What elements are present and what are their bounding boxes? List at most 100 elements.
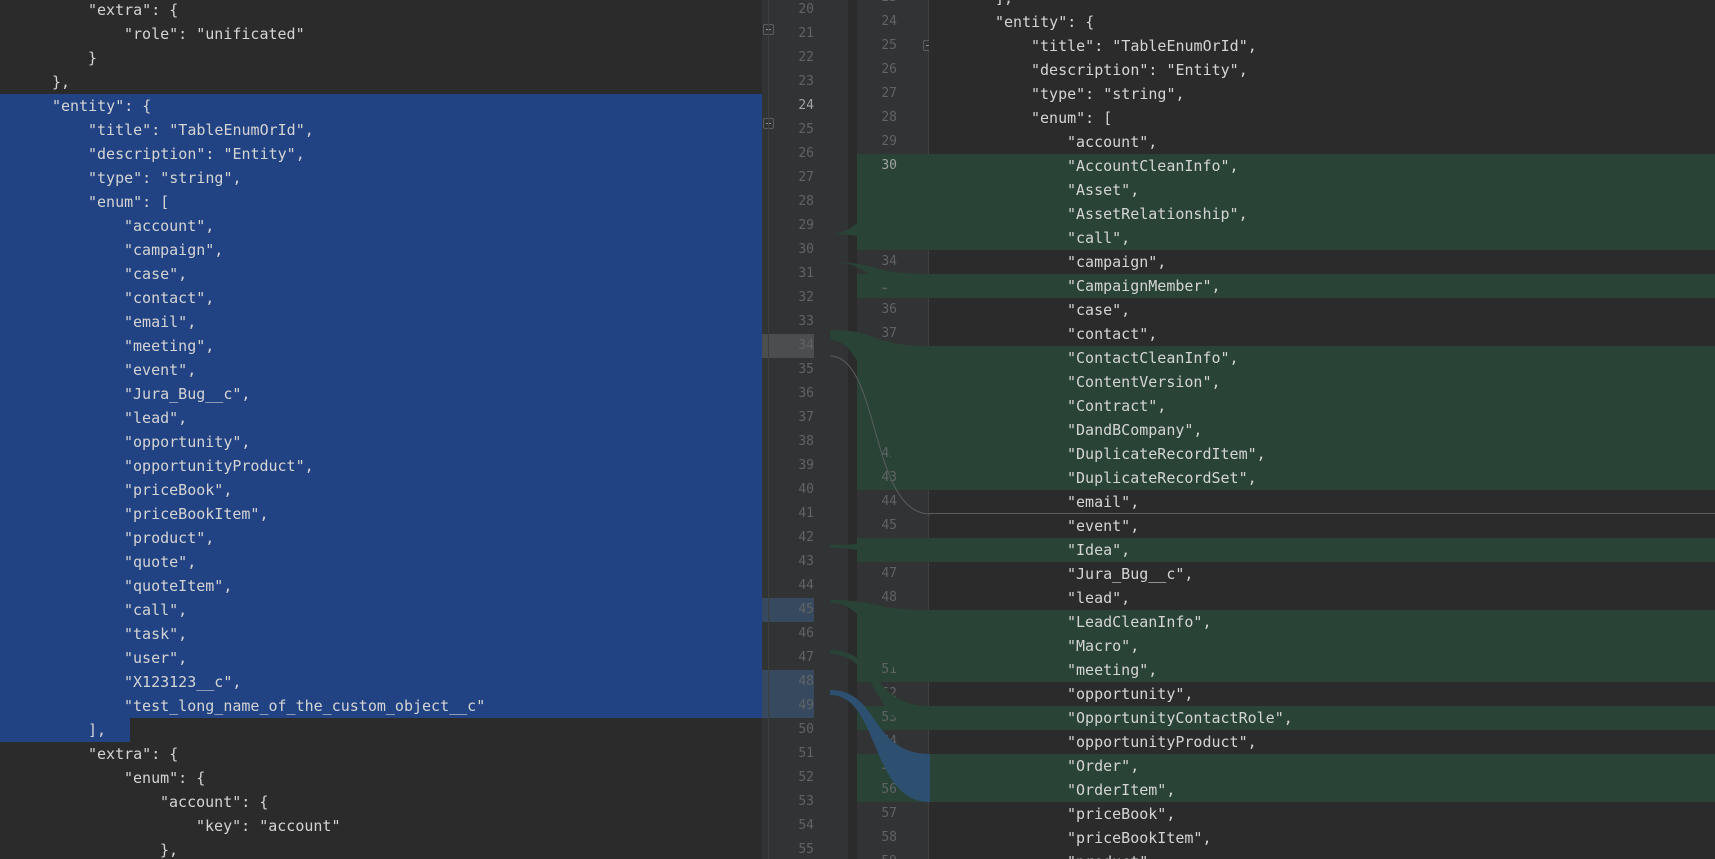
added-code-line[interactable]: "Asset", bbox=[929, 178, 1715, 202]
code-line[interactable]: "campaign", bbox=[929, 250, 1715, 274]
code-line[interactable]: "contact", bbox=[0, 286, 762, 310]
code-line[interactable]: "enum": [ bbox=[929, 106, 1715, 130]
code-line[interactable]: "extra": { bbox=[0, 0, 762, 22]
code-line[interactable]: "priceBook", bbox=[0, 478, 762, 502]
code-line-text: "product", bbox=[1067, 850, 1157, 859]
code-line-text: "ContentVersion", bbox=[1067, 373, 1221, 391]
code-line[interactable]: "quote", bbox=[0, 550, 762, 574]
code-line[interactable]: "account": { bbox=[0, 790, 762, 814]
added-code-line[interactable]: "DandBCompany", bbox=[929, 418, 1715, 442]
code-line[interactable]: "title": "TableEnumOrId", bbox=[0, 118, 762, 142]
added-code-line[interactable]: "DuplicateRecordItem", bbox=[929, 442, 1715, 466]
added-code-line[interactable]: "DuplicateRecordSet", bbox=[929, 466, 1715, 490]
code-line-text: "title": "TableEnumOrId", bbox=[1031, 37, 1257, 55]
added-code-line[interactable]: "call", bbox=[929, 226, 1715, 250]
added-code-line[interactable]: "OpportunityContactRole", bbox=[929, 706, 1715, 730]
added-code-line[interactable]: "ContactCleanInfo", bbox=[929, 346, 1715, 370]
code-line[interactable]: "key": "account" bbox=[0, 814, 762, 838]
code-line[interactable]: "task", bbox=[0, 622, 762, 646]
code-line[interactable]: ], bbox=[929, 0, 1715, 10]
added-code-line[interactable]: "Contract", bbox=[929, 394, 1715, 418]
code-line[interactable]: }, bbox=[0, 838, 762, 859]
code-line-text: "email", bbox=[1067, 493, 1140, 511]
code-line[interactable]: "Jura_Bug__c", bbox=[929, 562, 1715, 586]
code-line-text: "Jura_Bug__c", bbox=[1067, 565, 1194, 583]
diff-connector-svg bbox=[830, 154, 930, 802]
code-line[interactable]: "enum": { bbox=[0, 766, 762, 790]
code-line-text: "DuplicateRecordItem", bbox=[1067, 445, 1266, 463]
line-number: 35 bbox=[798, 362, 814, 377]
code-line[interactable]: "lead", bbox=[0, 406, 762, 430]
code-line[interactable]: "enum": [ bbox=[0, 190, 762, 214]
diff-ribbon bbox=[830, 330, 930, 490]
added-code-line[interactable]: "OrderItem", bbox=[929, 778, 1715, 802]
code-line[interactable]: "priceBook", bbox=[929, 802, 1715, 826]
added-code-line[interactable]: "meeting", bbox=[929, 658, 1715, 682]
code-line[interactable]: "account", bbox=[0, 214, 762, 238]
code-line[interactable]: "case", bbox=[0, 262, 762, 286]
code-line-text: "CampaignMember", bbox=[1067, 277, 1221, 295]
code-line[interactable]: "Jura_Bug__c", bbox=[0, 382, 762, 406]
code-line[interactable]: "priceBookItem", bbox=[0, 502, 762, 526]
code-line[interactable]: "entity": { bbox=[929, 10, 1715, 34]
code-line-text: "priceBook", bbox=[124, 481, 233, 499]
code-line[interactable]: } bbox=[0, 46, 762, 70]
code-line[interactable]: "title": "TableEnumOrId", bbox=[929, 34, 1715, 58]
code-line[interactable]: "account", bbox=[929, 130, 1715, 154]
added-code-line[interactable]: "Macro", bbox=[929, 634, 1715, 658]
code-line-text: "contact", bbox=[1067, 325, 1158, 343]
code-line[interactable]: "opportunity", bbox=[929, 682, 1715, 706]
code-line-text: "description": "Entity", bbox=[1031, 61, 1248, 79]
code-line[interactable]: "contact", bbox=[929, 322, 1715, 346]
code-line[interactable]: "opportunityProduct", bbox=[929, 730, 1715, 754]
line-number: 45 bbox=[762, 598, 814, 622]
line-number: 39 bbox=[798, 458, 814, 473]
code-line[interactable]: "description": "Entity", bbox=[929, 58, 1715, 82]
code-line[interactable]: "meeting", bbox=[0, 334, 762, 358]
added-code-line[interactable]: "Idea", bbox=[929, 538, 1715, 562]
line-number: 46 bbox=[798, 626, 814, 641]
code-line[interactable]: "event", bbox=[0, 358, 762, 382]
left-editor-pane[interactable]: "extra": {"role": "unificated"}}, "entity… bbox=[0, 0, 762, 859]
code-line[interactable]: "type": "string", bbox=[929, 82, 1715, 106]
code-line[interactable]: "entity": { bbox=[0, 94, 762, 118]
code-line-text: "type": "string", bbox=[1031, 85, 1185, 103]
code-line[interactable]: "test_long_name_of_the_custom_object__c" bbox=[0, 694, 762, 718]
code-line-text: "task", bbox=[124, 625, 188, 643]
added-code-line[interactable]: "AccountCleanInfo", bbox=[929, 154, 1715, 178]
code-line[interactable]: "priceBookItem", bbox=[929, 826, 1715, 850]
code-line-text: "extra": { bbox=[88, 1, 179, 19]
code-line[interactable]: "quoteItem", bbox=[0, 574, 762, 598]
code-line-text: "extra": { bbox=[88, 745, 179, 763]
code-line[interactable]: "description": "Entity", bbox=[0, 142, 762, 166]
code-line[interactable]: "call", bbox=[0, 598, 762, 622]
code-line[interactable]: "X123123__c", bbox=[0, 670, 762, 694]
added-code-line[interactable]: "AssetRelationship", bbox=[929, 202, 1715, 226]
added-code-line[interactable]: "ContentVersion", bbox=[929, 370, 1715, 394]
code-line[interactable]: "opportunityProduct", bbox=[0, 454, 762, 478]
added-code-line[interactable]: "Order", bbox=[929, 754, 1715, 778]
code-line[interactable]: "product", bbox=[929, 850, 1715, 859]
code-line-text: "product", bbox=[124, 529, 215, 547]
code-line[interactable]: "event", bbox=[929, 514, 1715, 538]
line-number: 53 bbox=[798, 794, 814, 809]
code-line[interactable]: "role": "unificated" bbox=[0, 22, 762, 46]
code-line[interactable]: "type": "string", bbox=[0, 166, 762, 190]
line-number: 31 bbox=[798, 266, 814, 281]
code-line[interactable]: "product", bbox=[0, 526, 762, 550]
code-line[interactable]: "lead", bbox=[929, 586, 1715, 610]
code-line[interactable]: "campaign", bbox=[0, 238, 762, 262]
code-line[interactable]: "opportunity", bbox=[0, 430, 762, 454]
diff-connector bbox=[830, 0, 930, 859]
code-line[interactable]: "case", bbox=[929, 298, 1715, 322]
code-line[interactable]: "email", bbox=[0, 310, 762, 334]
code-line[interactable]: "email", bbox=[929, 490, 1715, 514]
code-line[interactable]: "extra": { bbox=[0, 742, 762, 766]
added-code-line[interactable]: "CampaignMember", bbox=[929, 274, 1715, 298]
code-line[interactable]: ], bbox=[0, 718, 762, 742]
diff-insertion-marker bbox=[929, 513, 1715, 514]
code-line[interactable]: "user", bbox=[0, 646, 762, 670]
right-editor-pane[interactable]: ], "entity": { "title": "TableEnumOrId", "d… bbox=[929, 0, 1715, 859]
added-code-line[interactable]: "LeadCleanInfo", bbox=[929, 610, 1715, 634]
code-line[interactable]: }, bbox=[0, 70, 762, 94]
